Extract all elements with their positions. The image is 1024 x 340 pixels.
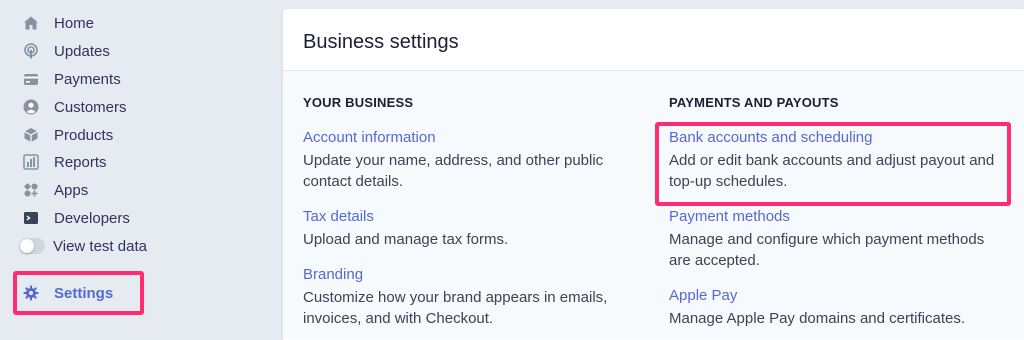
sidebar-item-label: Apps <box>54 181 89 199</box>
user-icon <box>22 99 39 116</box>
settings-highlight-box <box>13 271 144 315</box>
sidebar-item-label: Payments <box>54 70 121 88</box>
payment-methods-link[interactable]: Payment methods <box>669 208 999 225</box>
entry-description: Customize how your brand appears in emai… <box>303 289 608 327</box>
box-icon <box>22 127 39 144</box>
sidebar-item-customers[interactable]: Customers <box>22 95 127 119</box>
apps-icon <box>22 182 39 199</box>
sidebar-item-payments[interactable]: Payments <box>22 67 121 91</box>
sidebar: Home Updates Payments Customers Products… <box>0 0 270 340</box>
settings-entry-payment-methods: Payment methods Manage and configure whi… <box>669 208 999 271</box>
sidebar-item-label: Reports <box>54 153 107 171</box>
settings-entry-account-information: Account information Update your name, ad… <box>303 129 633 192</box>
sidebar-item-label: Updates <box>54 42 110 60</box>
section-your-business: YOUR BUSINESS Account information Update… <box>303 95 633 340</box>
sidebar-item-label: Developers <box>54 209 130 227</box>
entry-description: Manage Apple Pay domains and certificate… <box>669 310 966 327</box>
sidebar-item-label: Home <box>54 14 95 32</box>
settings-entry-tax-details: Tax details Upload and manage tax forms. <box>303 208 633 250</box>
section-title: YOUR BUSINESS <box>303 95 414 110</box>
panel-header: Business settings <box>283 9 1024 71</box>
settings-entry-branding: Branding Customize how your brand appear… <box>303 266 633 329</box>
entry-description: Upload and manage tax forms. <box>303 231 509 248</box>
home-icon <box>22 15 39 32</box>
sidebar-item-updates[interactable]: Updates <box>22 39 110 63</box>
page-title: Business settings <box>303 31 459 53</box>
sidebar-item-home[interactable]: Home <box>22 11 94 35</box>
toggle-knob <box>20 239 34 253</box>
sidebar-item-developers[interactable]: Developers <box>22 206 130 230</box>
branding-link[interactable]: Branding <box>303 266 633 283</box>
account-information-link[interactable]: Account information <box>303 129 633 146</box>
entry-description: Update your name, address, and other pub… <box>303 152 604 190</box>
bar-chart-icon <box>22 154 39 171</box>
apple-pay-link[interactable]: Apple Pay <box>669 287 999 304</box>
sidebar-item-label: Customers <box>54 98 127 116</box>
sidebar-item-products[interactable]: Products <box>22 123 113 147</box>
payments-icon <box>22 71 39 88</box>
section-title: PAYMENTS AND PAYOUTS <box>669 95 839 110</box>
toggle-switch[interactable] <box>19 238 45 254</box>
sidebar-item-apps[interactable]: Apps <box>22 178 88 202</box>
tax-details-link[interactable]: Tax details <box>303 208 633 225</box>
sidebar-item-label: Products <box>54 126 114 144</box>
view-test-data-toggle[interactable]: View test data <box>19 234 147 258</box>
bank-accounts-highlight-box <box>655 122 1011 206</box>
entry-description: Manage and configure which payment metho… <box>669 231 985 269</box>
terminal-icon <box>22 210 39 227</box>
sidebar-item-reports[interactable]: Reports <box>22 150 107 174</box>
broadcast-icon <box>22 43 39 60</box>
settings-entry-apple-pay: Apple Pay Manage Apple Pay domains and c… <box>669 287 999 329</box>
sidebar-item-label: View test data <box>53 237 147 255</box>
